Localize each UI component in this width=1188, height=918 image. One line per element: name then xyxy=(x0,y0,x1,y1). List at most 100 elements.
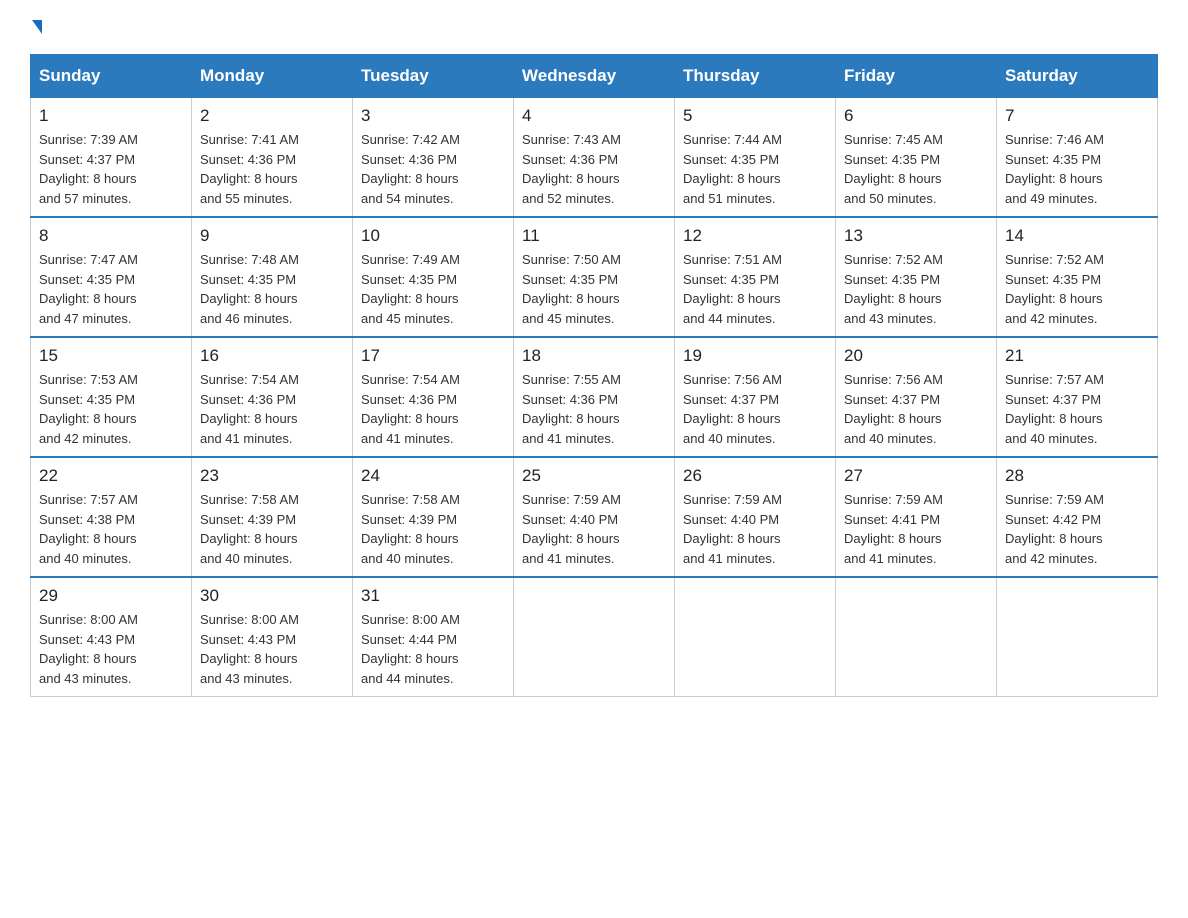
day-info: Sunrise: 7:56 AM Sunset: 4:37 PM Dayligh… xyxy=(844,370,988,448)
column-header-saturday: Saturday xyxy=(997,55,1158,97)
calendar-cell xyxy=(997,577,1158,697)
day-info: Sunrise: 7:56 AM Sunset: 4:37 PM Dayligh… xyxy=(683,370,827,448)
day-info: Sunrise: 7:47 AM Sunset: 4:35 PM Dayligh… xyxy=(39,250,183,328)
calendar-cell: 15 Sunrise: 7:53 AM Sunset: 4:35 PM Dayl… xyxy=(31,337,192,457)
day-number: 25 xyxy=(522,466,666,486)
calendar-cell xyxy=(836,577,997,697)
day-number: 29 xyxy=(39,586,183,606)
day-info: Sunrise: 7:57 AM Sunset: 4:37 PM Dayligh… xyxy=(1005,370,1149,448)
day-info: Sunrise: 7:49 AM Sunset: 4:35 PM Dayligh… xyxy=(361,250,505,328)
day-info: Sunrise: 8:00 AM Sunset: 4:43 PM Dayligh… xyxy=(39,610,183,688)
calendar-cell: 18 Sunrise: 7:55 AM Sunset: 4:36 PM Dayl… xyxy=(514,337,675,457)
calendar-cell: 25 Sunrise: 7:59 AM Sunset: 4:40 PM Dayl… xyxy=(514,457,675,577)
day-info: Sunrise: 7:59 AM Sunset: 4:42 PM Dayligh… xyxy=(1005,490,1149,568)
day-number: 21 xyxy=(1005,346,1149,366)
calendar-cell: 2 Sunrise: 7:41 AM Sunset: 4:36 PM Dayli… xyxy=(192,97,353,217)
day-number: 6 xyxy=(844,106,988,126)
logo xyxy=(30,20,42,34)
calendar-cell: 9 Sunrise: 7:48 AM Sunset: 4:35 PM Dayli… xyxy=(192,217,353,337)
day-number: 27 xyxy=(844,466,988,486)
day-number: 13 xyxy=(844,226,988,246)
day-number: 16 xyxy=(200,346,344,366)
calendar-cell: 7 Sunrise: 7:46 AM Sunset: 4:35 PM Dayli… xyxy=(997,97,1158,217)
day-number: 19 xyxy=(683,346,827,366)
calendar-cell: 30 Sunrise: 8:00 AM Sunset: 4:43 PM Dayl… xyxy=(192,577,353,697)
day-number: 2 xyxy=(200,106,344,126)
day-number: 10 xyxy=(361,226,505,246)
day-info: Sunrise: 7:58 AM Sunset: 4:39 PM Dayligh… xyxy=(361,490,505,568)
day-info: Sunrise: 7:58 AM Sunset: 4:39 PM Dayligh… xyxy=(200,490,344,568)
day-info: Sunrise: 7:45 AM Sunset: 4:35 PM Dayligh… xyxy=(844,130,988,208)
calendar-cell: 5 Sunrise: 7:44 AM Sunset: 4:35 PM Dayli… xyxy=(675,97,836,217)
column-header-sunday: Sunday xyxy=(31,55,192,97)
calendar-cell: 26 Sunrise: 7:59 AM Sunset: 4:40 PM Dayl… xyxy=(675,457,836,577)
day-info: Sunrise: 7:41 AM Sunset: 4:36 PM Dayligh… xyxy=(200,130,344,208)
day-number: 9 xyxy=(200,226,344,246)
day-info: Sunrise: 7:48 AM Sunset: 4:35 PM Dayligh… xyxy=(200,250,344,328)
calendar-week-row: 1 Sunrise: 7:39 AM Sunset: 4:37 PM Dayli… xyxy=(31,97,1158,217)
calendar-cell: 1 Sunrise: 7:39 AM Sunset: 4:37 PM Dayli… xyxy=(31,97,192,217)
column-header-thursday: Thursday xyxy=(675,55,836,97)
calendar-cell: 3 Sunrise: 7:42 AM Sunset: 4:36 PM Dayli… xyxy=(353,97,514,217)
day-info: Sunrise: 7:59 AM Sunset: 4:40 PM Dayligh… xyxy=(683,490,827,568)
day-info: Sunrise: 7:46 AM Sunset: 4:35 PM Dayligh… xyxy=(1005,130,1149,208)
day-number: 20 xyxy=(844,346,988,366)
calendar-cell: 10 Sunrise: 7:49 AM Sunset: 4:35 PM Dayl… xyxy=(353,217,514,337)
column-header-wednesday: Wednesday xyxy=(514,55,675,97)
day-number: 7 xyxy=(1005,106,1149,126)
calendar-cell: 17 Sunrise: 7:54 AM Sunset: 4:36 PM Dayl… xyxy=(353,337,514,457)
day-info: Sunrise: 8:00 AM Sunset: 4:43 PM Dayligh… xyxy=(200,610,344,688)
day-info: Sunrise: 7:43 AM Sunset: 4:36 PM Dayligh… xyxy=(522,130,666,208)
day-number: 26 xyxy=(683,466,827,486)
column-header-friday: Friday xyxy=(836,55,997,97)
calendar-cell: 16 Sunrise: 7:54 AM Sunset: 4:36 PM Dayl… xyxy=(192,337,353,457)
calendar-cell: 24 Sunrise: 7:58 AM Sunset: 4:39 PM Dayl… xyxy=(353,457,514,577)
calendar-cell: 6 Sunrise: 7:45 AM Sunset: 4:35 PM Dayli… xyxy=(836,97,997,217)
day-info: Sunrise: 7:54 AM Sunset: 4:36 PM Dayligh… xyxy=(361,370,505,448)
calendar-cell: 27 Sunrise: 7:59 AM Sunset: 4:41 PM Dayl… xyxy=(836,457,997,577)
calendar-week-row: 29 Sunrise: 8:00 AM Sunset: 4:43 PM Dayl… xyxy=(31,577,1158,697)
day-number: 8 xyxy=(39,226,183,246)
day-info: Sunrise: 7:54 AM Sunset: 4:36 PM Dayligh… xyxy=(200,370,344,448)
calendar-cell: 31 Sunrise: 8:00 AM Sunset: 4:44 PM Dayl… xyxy=(353,577,514,697)
day-number: 22 xyxy=(39,466,183,486)
day-info: Sunrise: 7:52 AM Sunset: 4:35 PM Dayligh… xyxy=(844,250,988,328)
day-number: 18 xyxy=(522,346,666,366)
day-info: Sunrise: 7:51 AM Sunset: 4:35 PM Dayligh… xyxy=(683,250,827,328)
calendar-cell xyxy=(514,577,675,697)
day-number: 11 xyxy=(522,226,666,246)
calendar-cell xyxy=(675,577,836,697)
day-number: 17 xyxy=(361,346,505,366)
calendar-header-row: SundayMondayTuesdayWednesdayThursdayFrid… xyxy=(31,55,1158,97)
calendar-cell: 28 Sunrise: 7:59 AM Sunset: 4:42 PM Dayl… xyxy=(997,457,1158,577)
day-info: Sunrise: 7:44 AM Sunset: 4:35 PM Dayligh… xyxy=(683,130,827,208)
calendar-cell: 4 Sunrise: 7:43 AM Sunset: 4:36 PM Dayli… xyxy=(514,97,675,217)
day-number: 3 xyxy=(361,106,505,126)
day-info: Sunrise: 7:59 AM Sunset: 4:41 PM Dayligh… xyxy=(844,490,988,568)
day-info: Sunrise: 7:59 AM Sunset: 4:40 PM Dayligh… xyxy=(522,490,666,568)
calendar-cell: 29 Sunrise: 8:00 AM Sunset: 4:43 PM Dayl… xyxy=(31,577,192,697)
calendar-cell: 11 Sunrise: 7:50 AM Sunset: 4:35 PM Dayl… xyxy=(514,217,675,337)
calendar-cell: 20 Sunrise: 7:56 AM Sunset: 4:37 PM Dayl… xyxy=(836,337,997,457)
day-info: Sunrise: 7:57 AM Sunset: 4:38 PM Dayligh… xyxy=(39,490,183,568)
day-number: 1 xyxy=(39,106,183,126)
calendar-cell: 12 Sunrise: 7:51 AM Sunset: 4:35 PM Dayl… xyxy=(675,217,836,337)
day-number: 24 xyxy=(361,466,505,486)
day-number: 15 xyxy=(39,346,183,366)
day-number: 12 xyxy=(683,226,827,246)
day-info: Sunrise: 7:52 AM Sunset: 4:35 PM Dayligh… xyxy=(1005,250,1149,328)
day-info: Sunrise: 7:53 AM Sunset: 4:35 PM Dayligh… xyxy=(39,370,183,448)
column-header-monday: Monday xyxy=(192,55,353,97)
day-number: 28 xyxy=(1005,466,1149,486)
calendar-week-row: 22 Sunrise: 7:57 AM Sunset: 4:38 PM Dayl… xyxy=(31,457,1158,577)
day-info: Sunrise: 7:55 AM Sunset: 4:36 PM Dayligh… xyxy=(522,370,666,448)
calendar-cell: 21 Sunrise: 7:57 AM Sunset: 4:37 PM Dayl… xyxy=(997,337,1158,457)
day-info: Sunrise: 8:00 AM Sunset: 4:44 PM Dayligh… xyxy=(361,610,505,688)
calendar-week-row: 8 Sunrise: 7:47 AM Sunset: 4:35 PM Dayli… xyxy=(31,217,1158,337)
day-info: Sunrise: 7:50 AM Sunset: 4:35 PM Dayligh… xyxy=(522,250,666,328)
column-header-tuesday: Tuesday xyxy=(353,55,514,97)
calendar-table: SundayMondayTuesdayWednesdayThursdayFrid… xyxy=(30,54,1158,697)
calendar-cell: 23 Sunrise: 7:58 AM Sunset: 4:39 PM Dayl… xyxy=(192,457,353,577)
calendar-cell: 14 Sunrise: 7:52 AM Sunset: 4:35 PM Dayl… xyxy=(997,217,1158,337)
day-number: 30 xyxy=(200,586,344,606)
